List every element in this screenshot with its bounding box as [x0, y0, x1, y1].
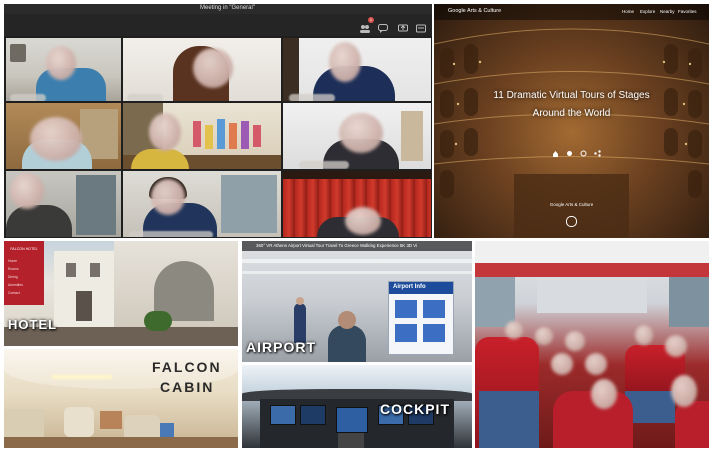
video-tile-9	[283, 171, 431, 237]
teams-meeting-window: Meeting in "General" 1	[4, 4, 432, 238]
scroll-down-icon[interactable]	[566, 216, 577, 227]
passenger-face	[551, 353, 573, 375]
passenger-face	[565, 331, 585, 351]
cockpit-scene: COCKPIT	[242, 365, 472, 448]
bus-scene	[475, 241, 709, 448]
participant-name	[10, 94, 46, 101]
arts-header: Google Arts & Culture Home Explore Nearb…	[434, 4, 709, 20]
participants-badge: 1	[368, 17, 374, 23]
arts-culture-page: Google Arts & Culture Home Explore Nearb…	[434, 4, 709, 238]
participant-face	[149, 113, 181, 151]
video-tile-7	[6, 171, 121, 237]
compass-icon[interactable]	[580, 144, 587, 162]
nav-explore[interactable]: Explore	[640, 9, 655, 14]
participant-face	[10, 173, 44, 209]
passenger-face	[535, 327, 553, 345]
arts-headline-line1: 11 Dramatic Virtual Tours of Stages	[493, 90, 650, 101]
participant-name	[129, 231, 213, 237]
video-tile-5	[123, 103, 281, 169]
meeting-title: Meeting in "General"	[200, 5, 255, 11]
participant-name	[127, 94, 163, 101]
hotel-menu-item[interactable]: Contact	[8, 291, 20, 295]
hotel-logo: FALCON HOTEL	[10, 247, 38, 251]
teams-title-bar: Meeting in "General"	[4, 4, 432, 14]
video-tile-8	[123, 171, 281, 237]
cockpit-label: COCKPIT	[380, 401, 450, 417]
video-title-bar: 360° VR Athens Airport Virtual Tour Trav…	[242, 241, 472, 251]
passenger-face	[585, 353, 607, 375]
home-icon[interactable]	[552, 144, 559, 162]
hotel-menu-item[interactable]: Rooms	[8, 267, 19, 271]
video-tile-2	[123, 38, 281, 101]
hotel-label: HOTEL	[8, 317, 58, 332]
participant-face	[329, 42, 361, 82]
arts-share-row	[552, 144, 612, 157]
share-icon[interactable]	[398, 20, 408, 38]
hotel-menu-item[interactable]: Home	[8, 259, 17, 263]
participant-face	[46, 46, 76, 80]
cabin-label-line1: FALCON	[152, 359, 222, 375]
hotel-menu-item[interactable]: Dining	[8, 275, 18, 279]
video-tile-3	[283, 38, 431, 101]
passenger-face	[635, 325, 653, 345]
passenger-face	[671, 375, 697, 407]
participant-name	[289, 94, 335, 101]
airport-label: AIRPORT	[246, 339, 316, 355]
passenger-face	[505, 321, 523, 339]
airport-scene: 360° VR Athens Airport Virtual Tour Trav…	[242, 241, 472, 362]
video-tile-4	[6, 103, 121, 169]
participant-name	[299, 161, 349, 169]
nav-home[interactable]: Home	[622, 9, 634, 14]
nav-nearby[interactable]: Nearby	[660, 9, 675, 14]
teams-toolbar: 1	[4, 14, 432, 36]
bell-icon[interactable]	[566, 144, 573, 162]
participant-face	[345, 207, 381, 235]
passenger-face	[665, 335, 687, 357]
cabin-label-line2: CABIN	[160, 379, 215, 395]
participant-face	[339, 113, 383, 153]
video-title: 360° VR Athens Airport Virtual Tour Trav…	[256, 243, 418, 248]
passenger-face	[591, 379, 617, 409]
airport-info-sign: Airport Info	[388, 281, 454, 355]
participant-face	[193, 48, 233, 88]
participant-face	[151, 179, 185, 215]
hotel-scene: FALCON HOTEL Home Rooms Dining Amenities…	[4, 241, 238, 346]
airport-info-text: Airport Info	[393, 284, 426, 290]
nav-favorites[interactable]: Favorites	[678, 9, 697, 14]
arts-headline-line2: Around the World	[532, 108, 611, 119]
hotel-site-sidebar: FALCON HOTEL Home Rooms Dining Amenities…	[4, 241, 44, 305]
bus-seat	[479, 391, 539, 448]
participant-face	[30, 117, 82, 161]
hotel-menu-item[interactable]: Amenities	[8, 283, 23, 287]
arts-footer-brand: Google Arts & Culture	[549, 202, 594, 207]
share-nodes-icon[interactable]	[594, 144, 601, 162]
google-arts-logo[interactable]: Google Arts & Culture	[448, 8, 501, 14]
video-tile-6	[283, 103, 431, 169]
video-tile-1	[6, 38, 121, 101]
chat-icon[interactable]	[378, 20, 388, 38]
more-icon[interactable]	[416, 20, 426, 38]
cabin-scene: FALCON CABIN	[4, 349, 238, 448]
